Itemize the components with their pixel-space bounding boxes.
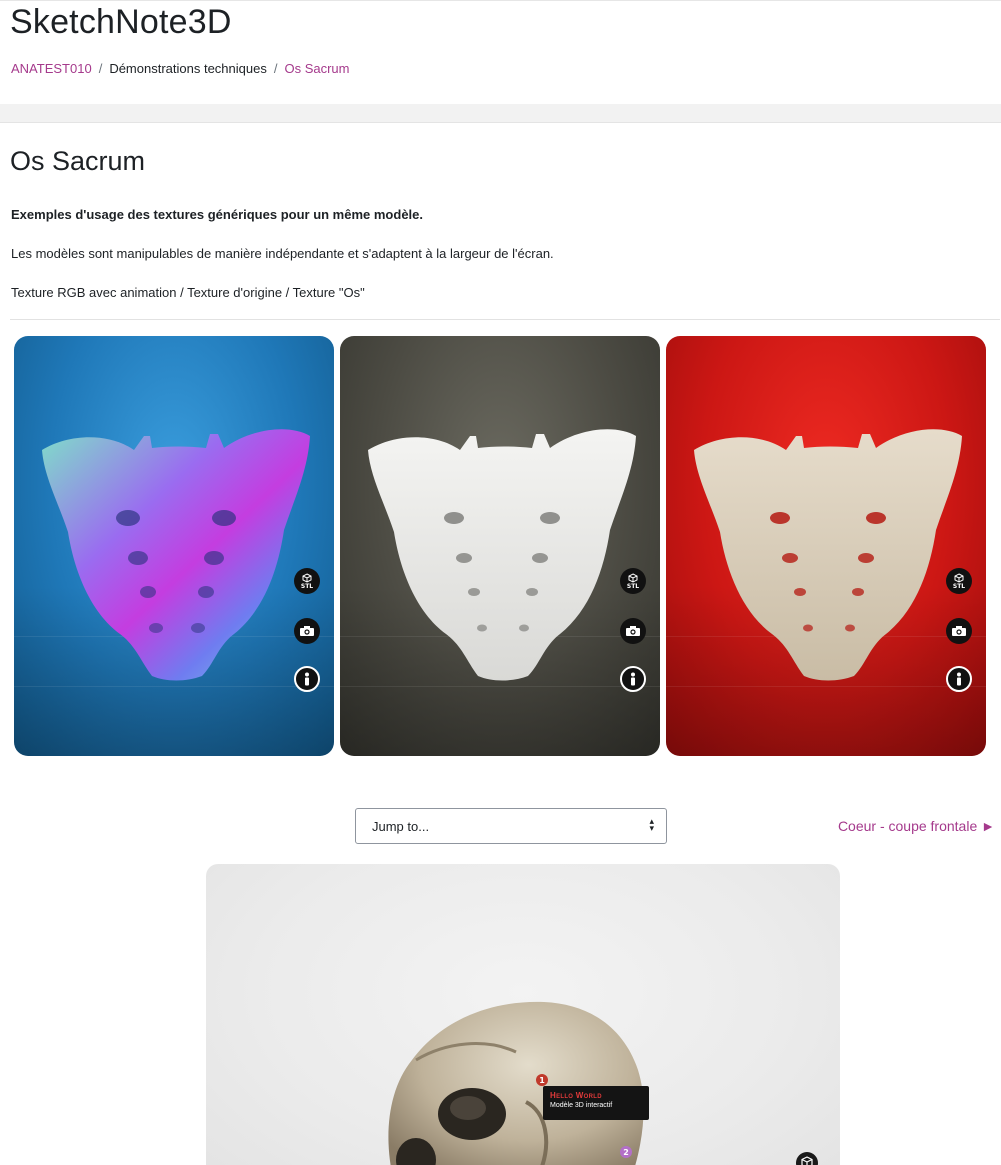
annotation-marker[interactable]: 2 <box>620 1146 632 1158</box>
site-title: SketchNote3D <box>10 3 232 41</box>
camera-icon <box>952 626 966 636</box>
page-header: SketchNote3D ANATEST010 / Démonstrations… <box>0 0 1001 105</box>
jump-to-select[interactable]: Jump to... ▴ ▾ <box>355 808 667 844</box>
breadcrumb-course-link[interactable]: ANATEST010 <box>11 61 92 76</box>
camera-icon <box>300 626 314 636</box>
screenshot-button[interactable] <box>946 618 972 644</box>
stl-label: STL <box>626 582 640 590</box>
stl-download-button[interactable]: STL <box>946 568 972 594</box>
texture-list: Texture RGB avec animation / Texture d'o… <box>11 285 365 300</box>
floor-gridline <box>14 686 334 687</box>
person-info-icon <box>957 672 961 686</box>
stl-label: STL <box>952 582 966 590</box>
info-button[interactable] <box>620 666 646 692</box>
tooltip-subtitle: Modèle 3D interactif <box>550 1102 613 1109</box>
tooltip-title: Hello World <box>550 1091 602 1100</box>
breadcrumb: ANATEST010 / Démonstrations techniques /… <box>11 61 349 76</box>
screenshot-button[interactable] <box>620 618 646 644</box>
model-viewer-rgb[interactable]: STL <box>14 336 334 756</box>
model-viewer-skull[interactable]: 1 Hello World Modèle 3D interactif 2 <box>206 864 840 1165</box>
info-button[interactable] <box>294 666 320 692</box>
header-divider-band <box>0 104 1001 123</box>
breadcrumb-separator: / <box>273 61 278 76</box>
stl-download-button[interactable] <box>796 1152 818 1165</box>
content-divider <box>10 319 1000 320</box>
sacrum-model-rgb[interactable] <box>38 420 314 682</box>
person-info-icon <box>305 672 309 686</box>
breadcrumb-current-page-link[interactable]: Os Sacrum <box>284 61 349 76</box>
breadcrumb-separator: / <box>98 61 103 76</box>
model-viewer-original[interactable]: STL <box>340 336 660 756</box>
cube-icon <box>954 572 964 583</box>
floor-gridline <box>666 686 986 687</box>
person-info-icon <box>631 672 635 686</box>
screenshot-button[interactable] <box>294 618 320 644</box>
sacrum-model-bone[interactable] <box>690 420 966 682</box>
camera-icon <box>626 626 640 636</box>
intro-description: Les modèles sont manipulables de manière… <box>11 246 554 261</box>
info-button[interactable] <box>946 666 972 692</box>
select-arrows-icon: ▴ ▾ <box>649 816 654 833</box>
page-title: Os Sacrum <box>10 146 146 176</box>
stl-download-button[interactable]: STL <box>294 568 320 594</box>
sacrum-model-original[interactable] <box>364 420 640 682</box>
cube-icon <box>302 572 312 583</box>
stl-label: STL <box>300 582 314 590</box>
model-viewer-bone-texture[interactable]: STL <box>666 336 986 756</box>
next-activity-link[interactable]: Coeur - coupe frontale ► <box>838 818 995 834</box>
breadcrumb-section: Démonstrations techniques <box>109 61 267 76</box>
cube-icon <box>628 572 638 583</box>
annotation-tooltip: Hello World Modèle 3D interactif <box>543 1086 649 1120</box>
intro-subtitle: Exemples d'usage des textures génériques… <box>11 207 424 222</box>
stl-download-button[interactable]: STL <box>620 568 646 594</box>
cube-icon <box>801 1156 813 1165</box>
page: SketchNote3D ANATEST010 / Démonstrations… <box>0 0 1001 1165</box>
jump-to-value: Jump to... <box>372 818 430 834</box>
floor-gridline <box>340 686 660 687</box>
skull-model[interactable] <box>376 982 646 1165</box>
annotation-marker[interactable]: 1 <box>536 1074 548 1086</box>
